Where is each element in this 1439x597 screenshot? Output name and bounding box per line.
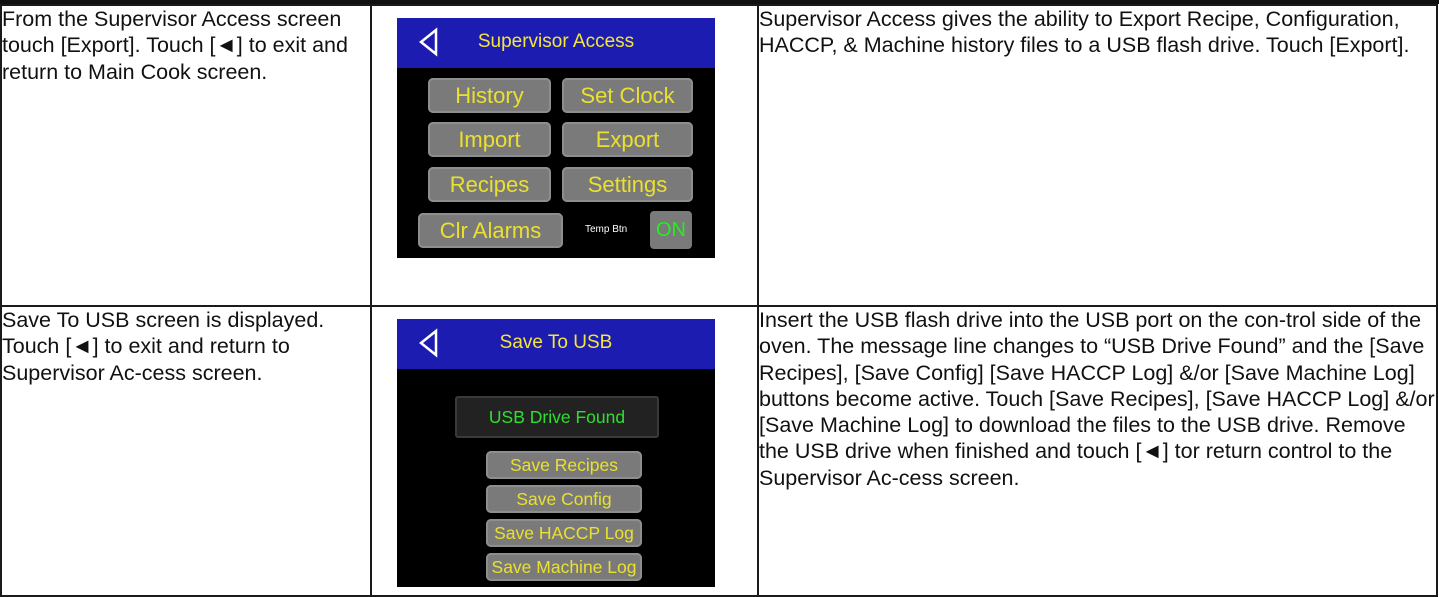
supervisor-access-screen: Supervisor Access History Set Clock Impo… xyxy=(397,18,715,258)
set-clock-button[interactable]: Set Clock xyxy=(562,78,693,113)
screen-title: Save To USB xyxy=(499,332,613,353)
screen-header: Supervisor Access xyxy=(397,18,715,68)
instruction-table: From the Supervisor Access screen touch … xyxy=(0,4,1438,597)
temp-button-toggle[interactable]: ON xyxy=(650,211,692,249)
step-description: Insert the USB flash drive into the USB … xyxy=(757,305,1438,597)
step-instruction: Save To USB screen is displayed. Touch [… xyxy=(0,305,372,597)
clear-alarms-button[interactable]: Clr Alarms xyxy=(418,213,563,248)
history-button[interactable]: History xyxy=(428,78,551,113)
save-haccp-log-button[interactable]: Save HACCP Log xyxy=(486,519,642,547)
instruction-row: From the Supervisor Access screen touch … xyxy=(0,4,1438,307)
usb-status-message: USB Drive Found xyxy=(455,396,659,438)
instruction-row: Save To USB screen is displayed. Touch [… xyxy=(0,305,1438,597)
step-instruction: From the Supervisor Access screen touch … xyxy=(0,4,372,307)
export-button[interactable]: Export xyxy=(562,122,693,157)
save-machine-log-button[interactable]: Save Machine Log xyxy=(486,553,642,581)
screen-image-cell: Save To USB USB Drive Found Save Recipes… xyxy=(370,305,759,597)
temp-button-label: Temp Btn xyxy=(585,224,628,235)
screen-image-cell: Supervisor Access History Set Clock Impo… xyxy=(370,4,759,307)
step-description: Supervisor Access gives the ability to E… xyxy=(757,4,1438,307)
import-button[interactable]: Import xyxy=(428,122,551,157)
settings-button[interactable]: Settings xyxy=(562,167,693,202)
recipes-button[interactable]: Recipes xyxy=(428,167,551,202)
screen-header: Save To USB xyxy=(397,319,715,369)
screen-title: Supervisor Access xyxy=(477,31,635,52)
save-config-button[interactable]: Save Config xyxy=(486,485,642,513)
save-to-usb-screen: Save To USB USB Drive Found Save Recipes… xyxy=(397,319,715,587)
save-recipes-button[interactable]: Save Recipes xyxy=(486,451,642,479)
